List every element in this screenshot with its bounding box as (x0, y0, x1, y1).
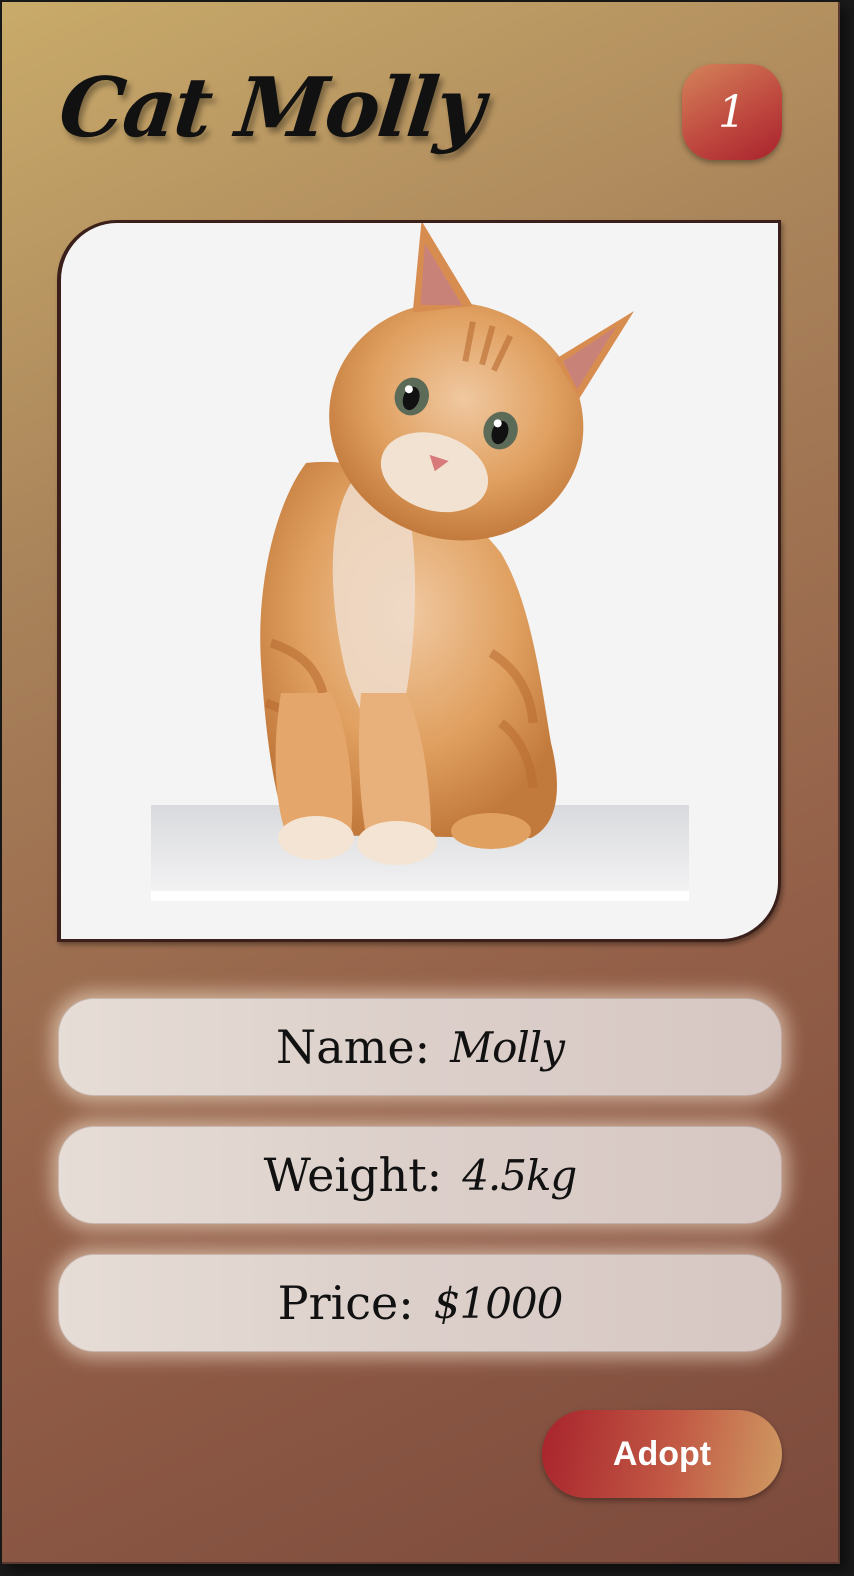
weight-value: 4.5kg (462, 1150, 577, 1200)
cat-photo (57, 220, 781, 942)
name-value: Molly (450, 1022, 565, 1072)
weight-field: Weight: 4.5kg (58, 1126, 782, 1224)
price-label: Price: (277, 1276, 414, 1330)
page-title: Cat Molly (54, 60, 488, 156)
pet-card: Cat Molly 1 Name: Molly Weight: 4.5kg Pr… (2, 2, 840, 1564)
name-field: Name: Molly (58, 998, 782, 1096)
count-badge[interactable]: 1 (682, 64, 782, 160)
price-field: Price: $1000 (58, 1254, 782, 1352)
weight-label: Weight: (263, 1148, 443, 1202)
name-label: Name: (276, 1020, 431, 1074)
adopt-button[interactable]: Adopt (542, 1410, 782, 1498)
kitten-image (151, 223, 689, 901)
price-value: $1000 (433, 1278, 564, 1328)
